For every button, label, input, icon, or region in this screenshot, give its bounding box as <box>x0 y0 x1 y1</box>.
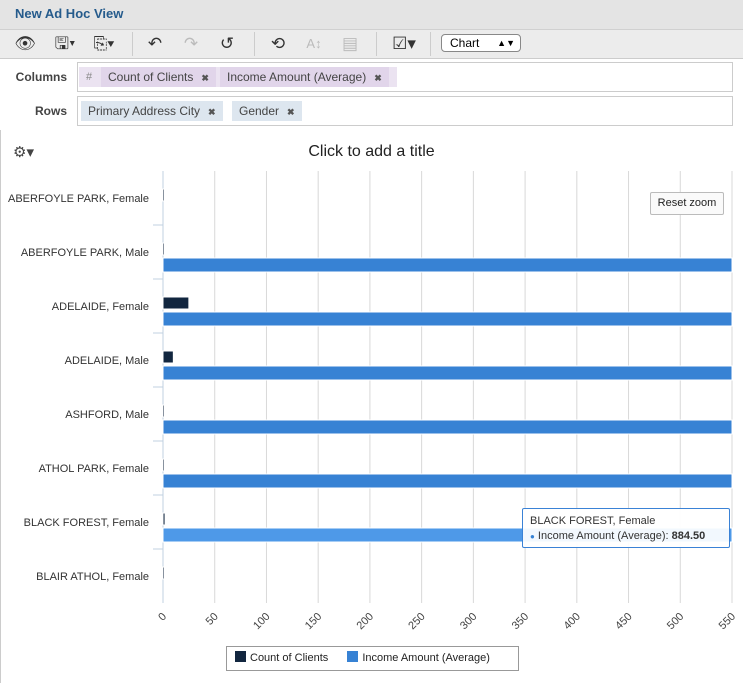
x-tick-label: 300 <box>458 611 479 632</box>
x-tick-label: 500 <box>665 611 686 632</box>
bar-count-of-clients <box>162 242 165 256</box>
bar-count-of-clients <box>162 296 190 310</box>
bar-income-amount <box>162 419 733 435</box>
x-tick-label: 450 <box>613 611 634 632</box>
x-tick-label: 50 <box>204 611 221 628</box>
bar-count-of-clients <box>162 566 165 580</box>
x-tick-label: 0 <box>156 611 169 624</box>
y-tick-label: BLAIR ATHOL, Female <box>36 571 149 583</box>
x-tick-label: 100 <box>251 611 272 632</box>
bar-chart: 0 50 100 150 200 250 300 350 400 450 500 550 ABERFOY… <box>8 171 738 632</box>
bar-count-of-clients <box>162 350 174 364</box>
bar-count-of-clients <box>162 512 166 526</box>
x-tick-label: 550 <box>717 611 738 632</box>
bar-count-of-clients <box>162 404 165 418</box>
y-tick-label: ASHFORD, Male <box>65 409 149 421</box>
x-tick-label: 200 <box>355 611 376 632</box>
y-tick-label: BLACK FOREST, Female <box>24 517 149 529</box>
bar-income-amount <box>162 257 733 273</box>
bar-count-of-clients <box>162 458 165 472</box>
legend-swatch <box>235 651 246 662</box>
bar-income-amount <box>162 473 733 489</box>
tooltip-series: Income Amount (Average) <box>537 530 666 542</box>
y-tick-label: ADELAIDE, Female <box>52 301 149 313</box>
y-tick-label: ABERFOYLE PARK, Female <box>8 193 149 205</box>
chart-legend: Count of Clients Income Amount (Average) <box>226 646 519 671</box>
y-tick-label: ADELAIDE, Male <box>65 355 149 367</box>
legend-label: Count of Clients <box>250 652 329 664</box>
chart-tooltip: BLACK FOREST, Female ● Income Amount (Av… <box>522 508 730 548</box>
legend-label: Income Amount (Average) <box>362 652 490 664</box>
bar-income-amount <box>162 365 733 381</box>
legend-item-income-amount[interactable]: Income Amount (Average) <box>339 651 490 664</box>
x-tick-label: 250 <box>406 611 427 632</box>
x-tick-label: 350 <box>510 611 531 632</box>
series-dot-icon: ● <box>530 532 535 541</box>
bar-income-amount <box>162 311 733 327</box>
legend-swatch <box>347 651 359 662</box>
y-tick-label: ABERFOYLE PARK, Male <box>21 247 149 259</box>
tooltip-category: BLACK FOREST, Female <box>530 515 656 527</box>
tooltip-value: 884.50 <box>671 530 706 542</box>
reset-zoom-button[interactable]: Reset zoom <box>650 192 724 215</box>
x-tick-label: 400 <box>561 611 582 632</box>
y-tick-label: ATHOL PARK, Female <box>39 463 149 475</box>
legend-item-count-of-clients[interactable]: Count of Clients <box>227 651 329 664</box>
bar-count-of-clients <box>162 188 165 202</box>
x-tick-label: 150 <box>303 611 324 632</box>
